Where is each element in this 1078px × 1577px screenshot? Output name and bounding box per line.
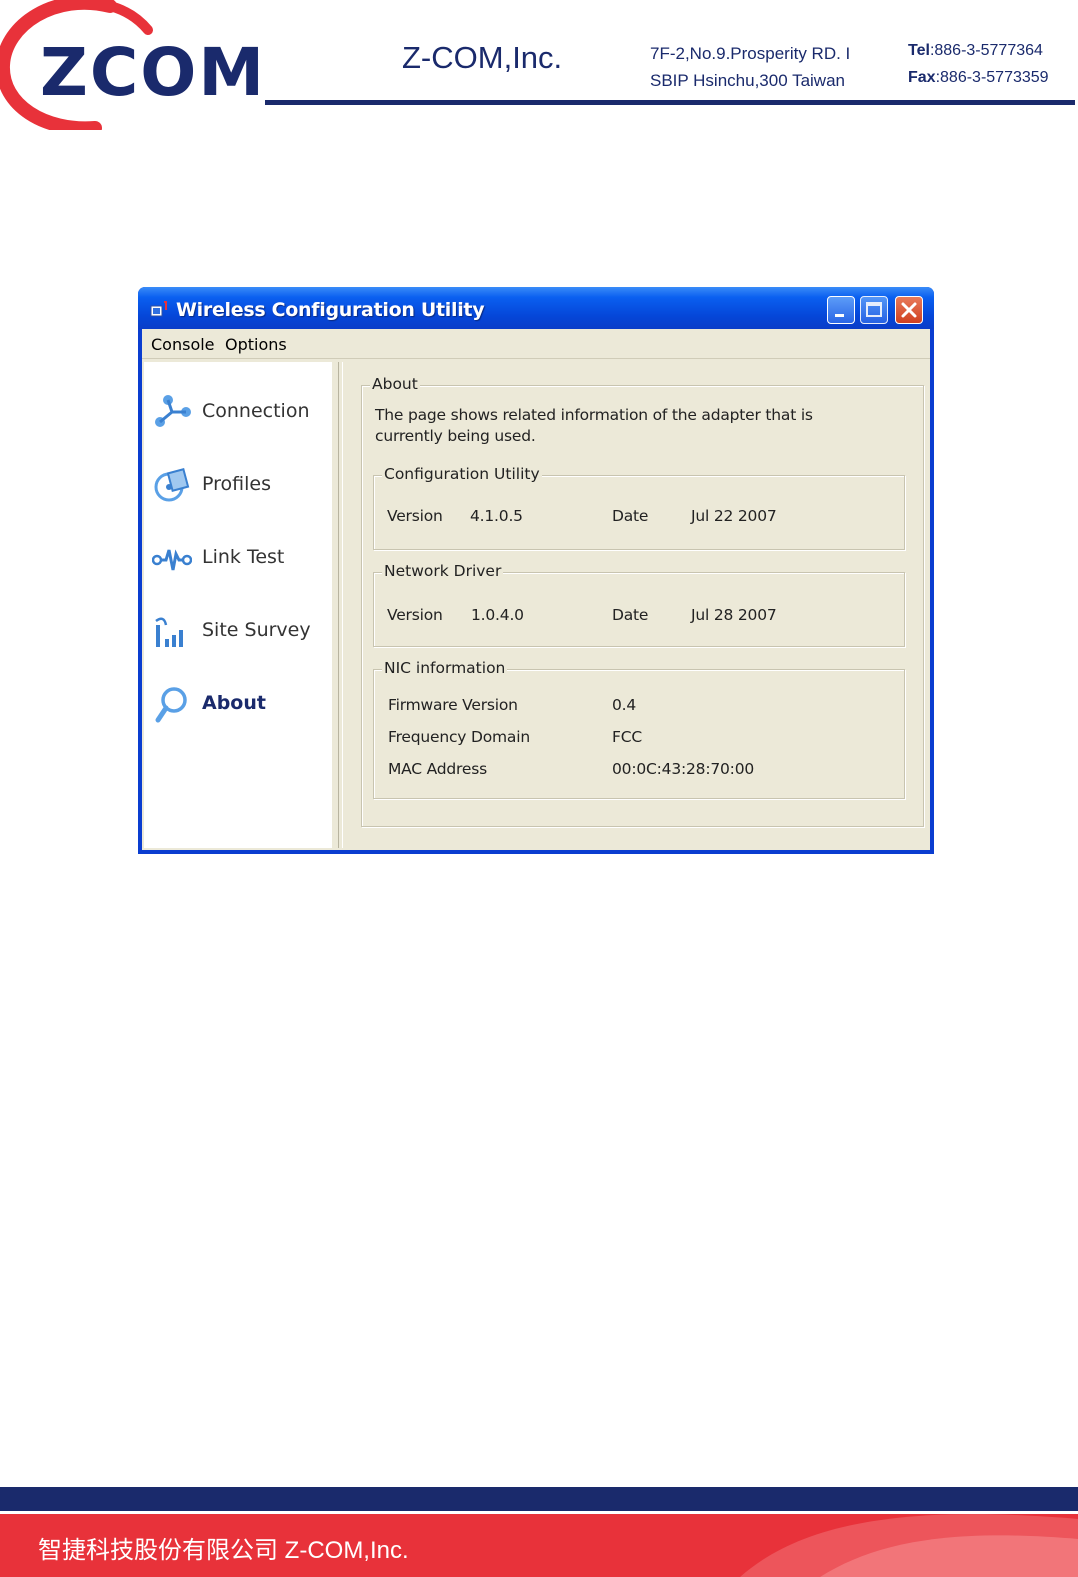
close-button[interactable]: [895, 296, 923, 324]
zcom-logo: ZCOM: [0, 0, 265, 136]
driver-date-value: Jul 28 2007: [691, 606, 777, 624]
about-group-title: About: [370, 375, 420, 393]
menu-console[interactable]: Console: [151, 335, 215, 354]
maximize-button[interactable]: [860, 296, 888, 324]
tel-label: Tel: [908, 42, 930, 59]
driver-date-label: Date: [612, 606, 649, 624]
nic-info-title: NIC information: [382, 659, 508, 677]
app-icon: [150, 301, 167, 317]
nic-frequency-label: Frequency Domain: [388, 728, 530, 746]
close-icon: [901, 302, 917, 318]
window-titlebar[interactable]: Wireless Configuration Utility: [138, 287, 934, 329]
minimize-icon: [835, 314, 844, 317]
address-line-2: SBIP Hsinchu,300 Taiwan: [650, 71, 845, 90]
menu-options[interactable]: Options: [225, 335, 287, 354]
tel-line: Tel:886-3-5777364: [908, 37, 1049, 64]
header-rule: [265, 100, 1075, 105]
company-name: Z-COM,Inc.: [402, 40, 563, 75]
footer-navy-band: [0, 1487, 1078, 1511]
fax-line: Fax:886-3-5773359: [908, 64, 1049, 91]
nav-site-survey[interactable]: Site Survey: [152, 611, 332, 651]
link-test-icon: [152, 549, 192, 571]
driver-version-label: Version: [387, 606, 443, 624]
nic-mac-value: 00:0C:43:28:70:00: [612, 760, 755, 778]
nav-label-connection: Connection: [202, 400, 310, 422]
nav-label-about: About: [202, 692, 266, 714]
fax-label: Fax: [908, 69, 936, 86]
network-driver-group: Network Driver Version 1.0.4.0 Date Jul …: [373, 562, 905, 647]
nav-connection[interactable]: Connection: [152, 392, 332, 432]
menu-bar: Console Options: [142, 329, 930, 359]
window-title: Wireless Configuration Utility: [176, 299, 485, 321]
about-desc-line-1: The page shows related information of th…: [375, 406, 813, 424]
config-utility-title: Configuration Utility: [382, 465, 542, 483]
nic-frequency-value: FCC: [612, 728, 642, 746]
nic-mac-label: MAC Address: [388, 760, 487, 778]
site-survey-icon: [155, 617, 183, 647]
company-contact: Tel:886-3-5777364 Fax:886-3-5773359: [908, 37, 1049, 91]
footer-company-text: 智捷科技股份有限公司 Z-COM,Inc.: [38, 1537, 409, 1564]
config-version-label: Version: [387, 507, 443, 525]
sidebar: Connection Profiles Link Test Site Surve…: [144, 362, 332, 848]
driver-version-value: 1.0.4.0: [471, 606, 524, 624]
nav-link-test[interactable]: Link Test: [152, 538, 332, 578]
nav-profiles[interactable]: Profiles: [152, 465, 332, 505]
config-date-value: Jul 22 2007: [691, 507, 777, 525]
app-window: Wireless Configuration Utility Console O…: [138, 287, 934, 854]
logo-wordmark: ZCOM: [40, 34, 265, 111]
nav-label-profiles: Profiles: [202, 473, 271, 495]
nav-about[interactable]: About: [152, 684, 332, 724]
sidebar-divider: [338, 362, 343, 848]
minimize-button[interactable]: [827, 296, 855, 324]
company-address: 7F-2,No.9.Prosperity RD. I SBIP Hsinchu,…: [650, 40, 850, 94]
fax-value: :886-3-5773359: [935, 69, 1049, 86]
config-utility-group: Configuration Utility Version 4.1.0.5 Da…: [373, 465, 905, 550]
config-date-label: Date: [612, 507, 649, 525]
profiles-icon: [154, 468, 190, 502]
nav-label-site-survey: Site Survey: [202, 619, 311, 641]
nic-firmware-label: Firmware Version: [388, 696, 518, 714]
tel-value: :886-3-5777364: [929, 42, 1043, 59]
network-driver-title: Network Driver: [382, 562, 504, 580]
about-icon: [155, 687, 187, 723]
config-version-value: 4.1.0.5: [470, 507, 523, 525]
connection-icon: [155, 395, 191, 427]
about-desc-line-2: currently being used.: [375, 427, 536, 445]
maximize-icon: [866, 302, 882, 317]
window-client: Console Options Connection Profiles Link…: [142, 329, 930, 850]
nav-label-link-test: Link Test: [202, 546, 285, 568]
nic-firmware-value: 0.4: [612, 696, 637, 714]
address-line-1: 7F-2,No.9.Prosperity RD. I: [650, 44, 851, 63]
nic-info-group: NIC information Firmware Version 0.4 Fre…: [373, 659, 905, 799]
